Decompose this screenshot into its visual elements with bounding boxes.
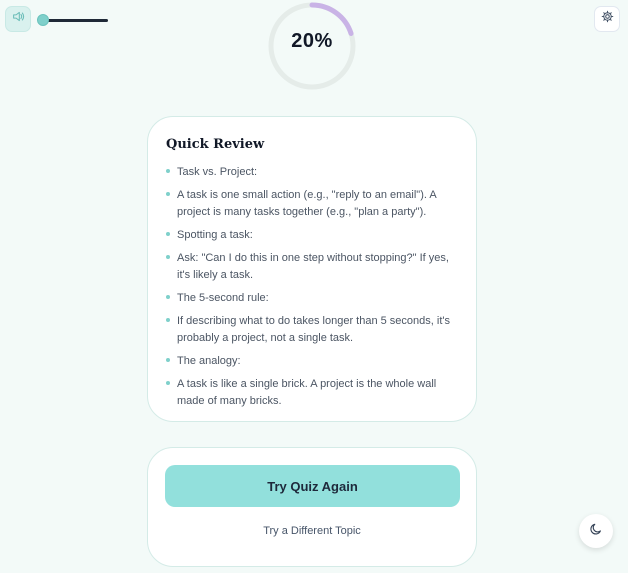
review-item: Ask: "Can I do this in one step without … — [166, 250, 458, 284]
volume-slider-handle[interactable] — [37, 14, 49, 26]
bullet-dot — [166, 318, 170, 322]
theme-toggle-button[interactable] — [579, 514, 613, 548]
review-item: If describing what to do takes longer th… — [166, 313, 458, 347]
sound-toggle-button[interactable] — [5, 6, 31, 32]
review-item: The analogy: — [166, 353, 458, 370]
gear-icon — [601, 10, 614, 28]
bullet-dot — [166, 232, 170, 236]
bullet-dot — [166, 169, 170, 173]
try-different-topic-link[interactable]: Try a Different Topic — [148, 525, 476, 537]
speaker-icon — [12, 10, 25, 28]
review-item: Task vs. Project: — [166, 164, 458, 181]
review-item: The 5-second rule: — [166, 290, 458, 307]
review-title: Quick Review — [166, 137, 265, 152]
progress-percent: 20% — [291, 30, 333, 52]
bullet-dot — [166, 255, 170, 259]
bullet-dot — [166, 295, 170, 299]
actions-card: Try Quiz Again Try a Different Topic — [147, 447, 477, 567]
review-item: Spotting a task: — [166, 227, 458, 244]
quick-review-card: Quick Review Task vs. Project: A task is… — [147, 116, 477, 422]
bullet-dot — [166, 381, 170, 385]
bullet-dot — [166, 358, 170, 362]
review-item: A task is one small action (e.g., "reply… — [166, 187, 458, 221]
try-quiz-again-button[interactable]: Try Quiz Again — [165, 465, 460, 507]
review-item: A task is like a single brick. A project… — [166, 376, 458, 410]
review-list: Task vs. Project: A task is one small ac… — [166, 164, 458, 410]
bullet-dot — [166, 192, 170, 196]
settings-button[interactable] — [594, 6, 620, 32]
moon-icon — [589, 522, 603, 541]
